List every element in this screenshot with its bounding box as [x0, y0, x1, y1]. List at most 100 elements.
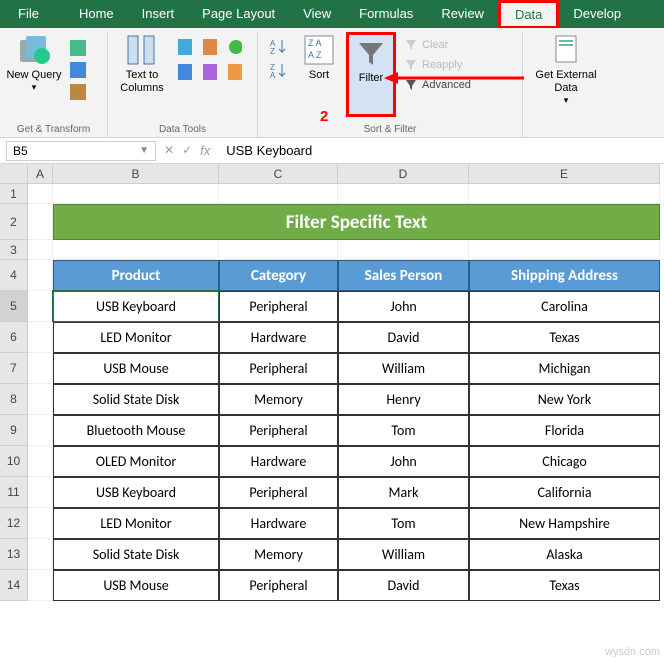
- table-cell[interactable]: Peripheral: [219, 415, 338, 446]
- remove-dup-icon[interactable]: [199, 36, 221, 58]
- table-cell[interactable]: Solid State Disk: [53, 539, 219, 570]
- cell-A2[interactable]: [28, 204, 53, 240]
- table-cell[interactable]: Peripheral: [219, 477, 338, 508]
- tab-data[interactable]: Data: [498, 0, 559, 28]
- tab-insert[interactable]: Insert: [128, 0, 189, 28]
- cell-A9[interactable]: [28, 415, 53, 446]
- table-cell[interactable]: Peripheral: [219, 291, 338, 322]
- table-cell[interactable]: LED Monitor: [53, 508, 219, 539]
- relationships-icon[interactable]: [199, 61, 221, 83]
- connections-icon[interactable]: [66, 60, 90, 80]
- row-header-6[interactable]: 6: [0, 322, 28, 353]
- cell-A3[interactable]: [28, 240, 53, 260]
- row-header-10[interactable]: 10: [0, 446, 28, 477]
- data-model-icon[interactable]: [224, 61, 246, 83]
- cell-A12[interactable]: [28, 508, 53, 539]
- table-cell[interactable]: William: [338, 353, 469, 384]
- row-header-1[interactable]: 1: [0, 184, 28, 204]
- table-cell[interactable]: Memory: [219, 539, 338, 570]
- table-cell[interactable]: LED Monitor: [53, 322, 219, 353]
- table-cell[interactable]: USB Keyboard: [53, 477, 219, 508]
- table-cell[interactable]: Memory: [219, 384, 338, 415]
- tab-formulas[interactable]: Formulas: [345, 0, 427, 28]
- cell-D1[interactable]: [338, 184, 469, 204]
- row-header-3[interactable]: 3: [0, 240, 28, 260]
- table-cell[interactable]: Hardware: [219, 508, 338, 539]
- table-cell[interactable]: Michigan: [469, 353, 660, 384]
- table-cell[interactable]: Tom: [338, 415, 469, 446]
- sort-asc-icon[interactable]: AZ: [264, 36, 292, 58]
- table-cell[interactable]: New York: [469, 384, 660, 415]
- cell-B1[interactable]: [53, 184, 219, 204]
- row-header-7[interactable]: 7: [0, 353, 28, 384]
- table-cell[interactable]: Bluetooth Mouse: [53, 415, 219, 446]
- table-cell[interactable]: Solid State Disk: [53, 384, 219, 415]
- refresh-icon[interactable]: [66, 38, 90, 58]
- title-cell[interactable]: Filter Specific Text: [53, 204, 660, 240]
- row-header-2[interactable]: 2: [0, 204, 28, 240]
- table-cell[interactable]: Hardware: [219, 446, 338, 477]
- clear-filter-button[interactable]: Clear: [400, 36, 475, 54]
- cell-A5[interactable]: [28, 291, 53, 322]
- table-cell[interactable]: Chicago: [469, 446, 660, 477]
- data-val-icon[interactable]: [224, 36, 246, 58]
- cell-A4[interactable]: [28, 260, 53, 291]
- cell-B3[interactable]: [53, 240, 219, 260]
- table-cell[interactable]: William: [338, 539, 469, 570]
- cell-E3[interactable]: [469, 240, 660, 260]
- table-cell[interactable]: David: [338, 322, 469, 353]
- tab-developer[interactable]: Develop: [559, 0, 635, 28]
- table-header[interactable]: Shipping Address: [469, 260, 660, 291]
- table-header[interactable]: Product: [53, 260, 219, 291]
- table-cell[interactable]: USB Mouse: [53, 570, 219, 601]
- table-cell[interactable]: Mark: [338, 477, 469, 508]
- consolidate-icon[interactable]: [174, 61, 196, 83]
- column-header-D[interactable]: D: [338, 164, 469, 184]
- row-header-11[interactable]: 11: [0, 477, 28, 508]
- tab-home[interactable]: Home: [65, 0, 128, 28]
- name-box[interactable]: B5 ▼: [6, 141, 156, 161]
- cell-A14[interactable]: [28, 570, 53, 601]
- table-cell[interactable]: Florida: [469, 415, 660, 446]
- tab-page-layout[interactable]: Page Layout: [188, 0, 289, 28]
- flash-fill-icon[interactable]: [174, 36, 196, 58]
- cell-A7[interactable]: [28, 353, 53, 384]
- table-cell[interactable]: Hardware: [219, 322, 338, 353]
- row-header-14[interactable]: 14: [0, 570, 28, 601]
- cell-A13[interactable]: [28, 539, 53, 570]
- fx-icon[interactable]: fx: [200, 143, 210, 158]
- cell-A6[interactable]: [28, 322, 53, 353]
- table-cell[interactable]: Carolina: [469, 291, 660, 322]
- table-cell[interactable]: Tom: [338, 508, 469, 539]
- cell-C3[interactable]: [219, 240, 338, 260]
- cell-A10[interactable]: [28, 446, 53, 477]
- tab-file[interactable]: File: [0, 0, 57, 28]
- table-cell[interactable]: Alaska: [469, 539, 660, 570]
- row-header-13[interactable]: 13: [0, 539, 28, 570]
- row-header-12[interactable]: 12: [0, 508, 28, 539]
- cell-A1[interactable]: [28, 184, 53, 204]
- tab-review[interactable]: Review: [427, 0, 498, 28]
- table-cell[interactable]: Texas: [469, 570, 660, 601]
- formula-bar[interactable]: USB Keyboard: [218, 141, 664, 160]
- table-cell[interactable]: California: [469, 477, 660, 508]
- cell-A8[interactable]: [28, 384, 53, 415]
- table-cell[interactable]: OLED Monitor: [53, 446, 219, 477]
- tab-view[interactable]: View: [289, 0, 345, 28]
- row-header-9[interactable]: 9: [0, 415, 28, 446]
- row-header-4[interactable]: 4: [0, 260, 28, 291]
- row-header-5[interactable]: 5: [0, 291, 28, 322]
- table-cell[interactable]: Peripheral: [219, 570, 338, 601]
- column-header-B[interactable]: B: [53, 164, 219, 184]
- get-external-data-button[interactable]: Get External Data ▾: [529, 32, 603, 117]
- table-cell[interactable]: John: [338, 291, 469, 322]
- table-cell[interactable]: David: [338, 570, 469, 601]
- cell-A11[interactable]: [28, 477, 53, 508]
- cell-E1[interactable]: [469, 184, 660, 204]
- row-header-8[interactable]: 8: [0, 384, 28, 415]
- column-header-E[interactable]: E: [469, 164, 660, 184]
- cell-D3[interactable]: [338, 240, 469, 260]
- table-cell[interactable]: New Hampshire: [469, 508, 660, 539]
- table-header[interactable]: Sales Person: [338, 260, 469, 291]
- chevron-down-icon[interactable]: ▼: [139, 145, 149, 156]
